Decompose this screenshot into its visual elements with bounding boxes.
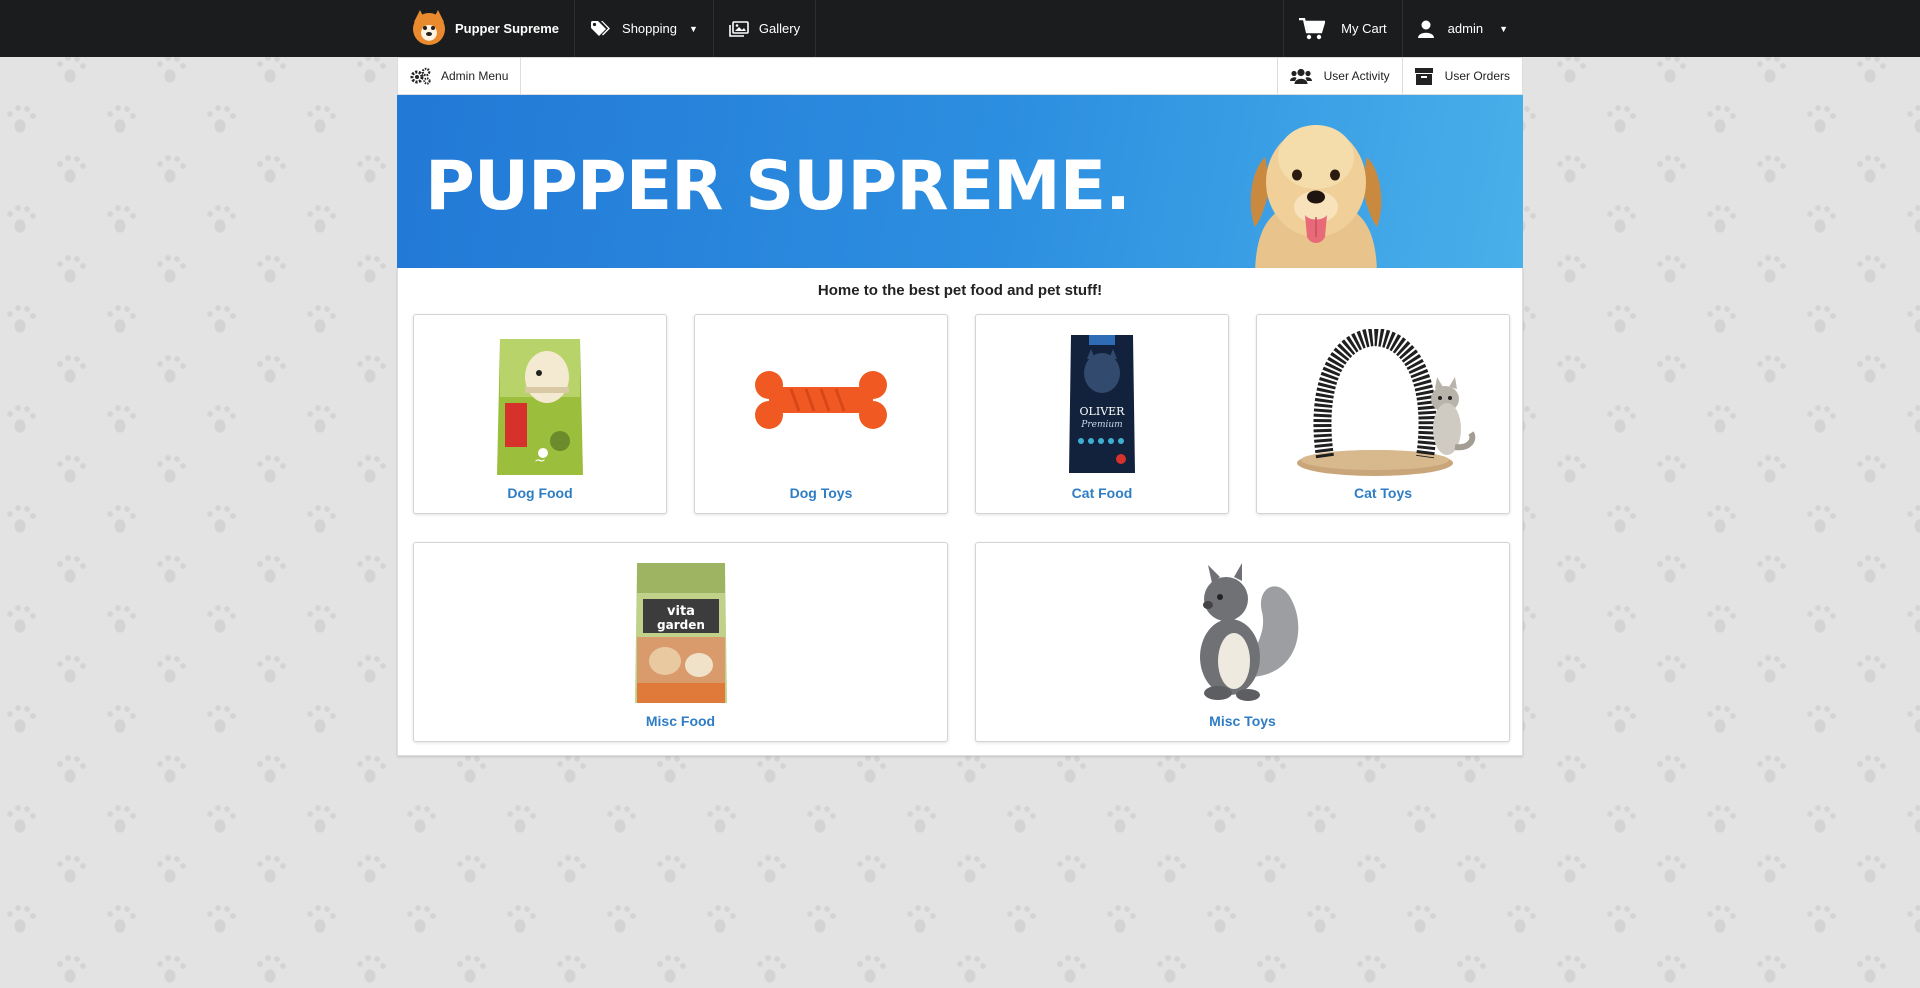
category-card-dog-food[interactable]: ~ Dog Food [413, 314, 667, 514]
category-card-cat-food[interactable]: OLIVER Premium Cat Food [975, 314, 1229, 514]
shopping-label: Shopping [622, 21, 677, 36]
user-orders-label: User Orders [1444, 69, 1510, 83]
cart-link[interactable]: My Cart [1283, 0, 1402, 57]
shopping-dropdown[interactable]: Shopping ▼ [575, 0, 714, 57]
cogs-icon [410, 67, 431, 85]
category-card-misc-food[interactable]: vita garden Misc Food [413, 542, 948, 742]
category-label: Misc Toys [1209, 713, 1276, 729]
top-navbar-inner: Pupper Supreme Shopping ▼ Gallery My Car… [397, 0, 1523, 57]
box-icon [1414, 67, 1433, 85]
svg-text:garden: garden [657, 618, 705, 632]
user-dropdown[interactable]: admin ▼ [1401, 0, 1523, 57]
hero-banner: PUPPER SUPREME. [397, 95, 1523, 268]
category-card-cat-toys[interactable]: Cat Toys [1256, 314, 1510, 514]
user-icon [1417, 20, 1434, 38]
brand-name: Pupper Supreme [455, 21, 560, 36]
chevron-down-icon: ▼ [1499, 23, 1508, 34]
category-label: Cat Food [1071, 485, 1133, 501]
top-navbar: Pupper Supreme Shopping ▼ Gallery My Car… [0, 0, 1920, 57]
user-label: admin [1447, 21, 1484, 36]
dog-food-bag-image: ~ [497, 339, 583, 475]
gallery-link[interactable]: Gallery [714, 0, 817, 57]
shiba-logo-icon [413, 9, 445, 45]
user-activity-link[interactable]: User Activity [1276, 58, 1402, 94]
svg-text:Premium: Premium [1080, 420, 1122, 430]
category-label: Cat Toys [1353, 485, 1413, 501]
category-card-dog-toys[interactable]: Dog Toys [694, 314, 948, 514]
tag-icon [591, 20, 611, 36]
admin-menu-link[interactable]: Admin Menu [398, 58, 522, 94]
svg-text:OLIVER: OLIVER [1080, 405, 1126, 418]
golden-retriever-image [1250, 125, 1382, 268]
user-activity-label: User Activity [1323, 69, 1390, 83]
svg-text:~: ~ [534, 453, 546, 469]
squirrel-plush-toy-image [1199, 563, 1298, 701]
category-label: Dog Toys [789, 485, 853, 501]
cart-label: My Cart [1341, 21, 1387, 36]
subnav-spacer [521, 58, 1276, 94]
user-orders-link[interactable]: User Orders [1401, 58, 1522, 94]
brand-link[interactable]: Pupper Supreme [397, 0, 576, 57]
hero-title: PUPPER SUPREME. [425, 147, 1131, 226]
svg-text:vita: vita [667, 604, 695, 619]
dog-bone-toy-image [755, 371, 887, 429]
admin-menu-label: Admin Menu [441, 69, 509, 83]
admin-subnav: Admin Menu User Activity User Orders [397, 57, 1523, 95]
tagline: Home to the best pet food and pet stuff! [817, 282, 1103, 299]
cat-food-bag-image: OLIVER Premium [1069, 335, 1135, 473]
cart-icon [1299, 17, 1326, 39]
cat-scratcher-toy-image [1297, 329, 1476, 476]
images-icon [729, 20, 749, 37]
gallery-label: Gallery [758, 21, 801, 36]
chevron-down-icon: ▼ [688, 23, 698, 34]
misc-food-bag-image: vita garden [634, 563, 727, 703]
category-label: Misc Food [645, 713, 716, 729]
category-card-misc-toys[interactable]: Misc Toys [975, 542, 1510, 742]
users-icon [1289, 68, 1312, 84]
category-label: Dog Food [507, 485, 573, 501]
categories-panel: Home to the best pet food and pet stuff!… [397, 268, 1523, 756]
